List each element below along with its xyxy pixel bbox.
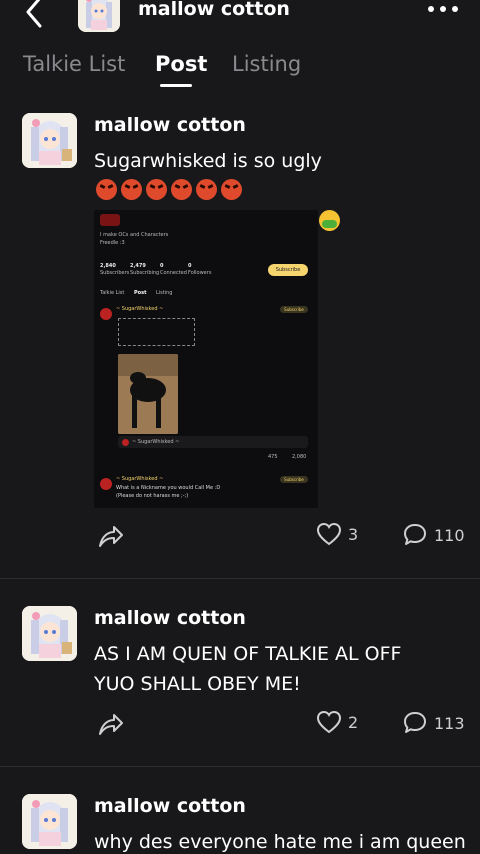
angry-emoji-icons [96, 179, 242, 200]
divider [0, 578, 480, 579]
mini-tab: Post [134, 290, 147, 296]
attached-image[interactable]: I make OCs and Characters Freedle :3 2,8… [94, 210, 318, 508]
comment-count: 113 [434, 713, 465, 733]
header-title: mallow cotton [138, 0, 290, 20]
avatar[interactable] [22, 794, 77, 849]
active-tab-indicator [160, 84, 192, 87]
tab-listing[interactable]: Listing [232, 52, 301, 76]
post-text: why des everyone hate me i am queen [94, 831, 466, 853]
post-card[interactable]: mallow cotton why des everyone hate me i… [0, 794, 480, 854]
mini-subscribe-button: Subscribe [268, 264, 308, 276]
mini-avatar [100, 478, 112, 490]
more-dots-icon[interactable] [428, 6, 458, 12]
comment-icon [404, 524, 426, 545]
post-author[interactable]: mallow cotton [94, 114, 246, 136]
like-button[interactable]: 2 [316, 710, 358, 734]
post-text-content: Sugarwhisked is so ugly [94, 150, 322, 172]
mini-stat-label: Subscribers [100, 270, 130, 276]
mini-stat: 0 [160, 263, 164, 269]
dog-photo [118, 354, 178, 434]
chevron-left-icon[interactable] [20, 0, 50, 30]
mini-bio: I make OCs and Characters [100, 232, 169, 238]
heart-icon [316, 710, 342, 734]
comment-count: 110 [434, 525, 465, 545]
top-bar: mallow cotton [0, 0, 480, 32]
post-actions: 3 110 [0, 522, 480, 552]
mini-tab: Talkie List [100, 290, 125, 296]
like-button[interactable]: 3 [316, 522, 358, 546]
mini-post-text: What is a Nickname you would Call Me :D [116, 485, 221, 491]
share-icon[interactable] [96, 710, 124, 738]
share-icon[interactable] [96, 522, 124, 550]
mini-avatar [100, 214, 120, 226]
divider [0, 766, 480, 767]
like-count: 3 [348, 524, 359, 544]
post-actions: 2 113 [0, 710, 480, 740]
comment-icon [404, 712, 426, 733]
avatar[interactable] [22, 113, 77, 168]
mini-subscribe-button: Subscribe [280, 476, 308, 483]
mini-avatar [122, 439, 129, 446]
post-card[interactable]: mallow cotton AS I AM QUEN OF TALKIE AL … [0, 606, 480, 766]
tab-post[interactable]: Post [155, 52, 207, 76]
comment-button[interactable]: 110 [402, 522, 465, 548]
mini-post-text: (Please do not harass me ;-;) [116, 493, 189, 499]
mini-stat-label: Subscribing [130, 270, 160, 276]
mini-stat-label: Connected [160, 270, 187, 276]
post-author[interactable]: mallow cotton [94, 607, 246, 629]
tab-bar: Talkie List Post Listing [0, 50, 480, 94]
comment-button[interactable]: 113 [402, 710, 465, 736]
post-card[interactable]: mallow cotton Sugarwhisked is so ugly I … [0, 113, 480, 578]
mini-comments: 2,080 [292, 454, 307, 460]
tab-talkie-list[interactable]: Talkie List [23, 52, 125, 76]
like-count: 2 [348, 712, 359, 732]
mini-stat-label: Followers [188, 270, 212, 276]
mini-bio-2: Freedle :3 [100, 240, 125, 246]
mini-stat: 0 [188, 263, 192, 269]
mini-symbol-text [118, 318, 195, 346]
mini-author: ~ SugarWhisked ~ [132, 439, 180, 445]
post-text: AS I AM QUEN OF TALKIE AL OFF YUO SHALL … [94, 643, 402, 695]
mini-stat: 2,479 [130, 263, 146, 269]
mini-tab: Listing [156, 290, 173, 296]
mini-subscribe-button: Subscribe [280, 306, 308, 313]
mini-avatar [100, 308, 112, 320]
mini-stat: 2,840 [100, 263, 116, 269]
post-author[interactable]: mallow cotton [94, 795, 246, 817]
heart-icon [316, 522, 342, 546]
mini-author: ~ SugarWhisked ~ [116, 476, 164, 482]
avatar[interactable] [22, 606, 77, 661]
mini-author: ~ SugarWhisked ~ [116, 306, 164, 312]
mini-likes: 475 [268, 454, 278, 460]
profile-avatar[interactable] [78, 0, 120, 32]
